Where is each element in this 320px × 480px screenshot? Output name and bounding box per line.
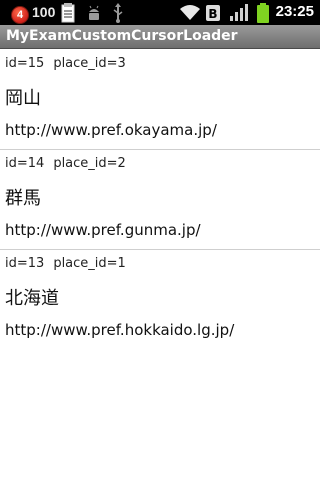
item-id: id=13 [5, 256, 45, 271]
place-list: id=15 place_id=3 岡山 http://www.pref.okaya… [0, 50, 320, 349]
notification-badge[interactable]: 4 [11, 6, 29, 24]
item-meta: id=15 place_id=3 [5, 56, 126, 71]
item-url: http://www.pref.gunma.jp/ [5, 221, 201, 239]
notification-b-icon: B [206, 5, 220, 21]
android-debug-icon [89, 5, 99, 20]
list-item[interactable]: id=14 place_id=2 群馬 http://www.pref.gunma… [0, 150, 320, 249]
item-place-id: place_id=3 [53, 56, 126, 71]
item-meta: id=14 place_id=2 [5, 156, 126, 171]
item-url: http://www.pref.okayama.jp/ [5, 121, 217, 139]
app-title: MyExamCustomCursorLoader [6, 28, 238, 44]
usb-icon [113, 3, 123, 23]
item-name: 群馬 [5, 188, 41, 209]
item-url: http://www.pref.hokkaido.lg.jp/ [5, 321, 235, 339]
battery-icon [257, 3, 269, 23]
item-name: 岡山 [5, 88, 41, 109]
item-id: id=14 [5, 156, 45, 171]
item-place-id: place_id=1 [53, 256, 126, 271]
signal-icon [230, 4, 248, 21]
wifi-icon [180, 5, 200, 20]
notification-count: 100 [32, 4, 56, 20]
item-meta: id=13 place_id=1 [5, 256, 126, 271]
status-bar: 4 100 B 23:25 [0, 0, 320, 25]
list-item[interactable]: id=15 place_id=3 岡山 http://www.pref.okaya… [0, 50, 320, 149]
item-name: 北海道 [5, 288, 59, 309]
app-title-bar: MyExamCustomCursorLoader [0, 25, 320, 49]
notification-badge-count: 4 [16, 9, 24, 21]
svg-text:B: B [208, 7, 217, 21]
item-id: id=15 [5, 56, 45, 71]
list-item[interactable]: id=13 place_id=1 北海道 http://www.pref.hokk… [0, 250, 320, 349]
item-place-id: place_id=2 [53, 156, 126, 171]
notes-icon [61, 3, 75, 23]
status-clock: 23:25 [275, 3, 314, 20]
